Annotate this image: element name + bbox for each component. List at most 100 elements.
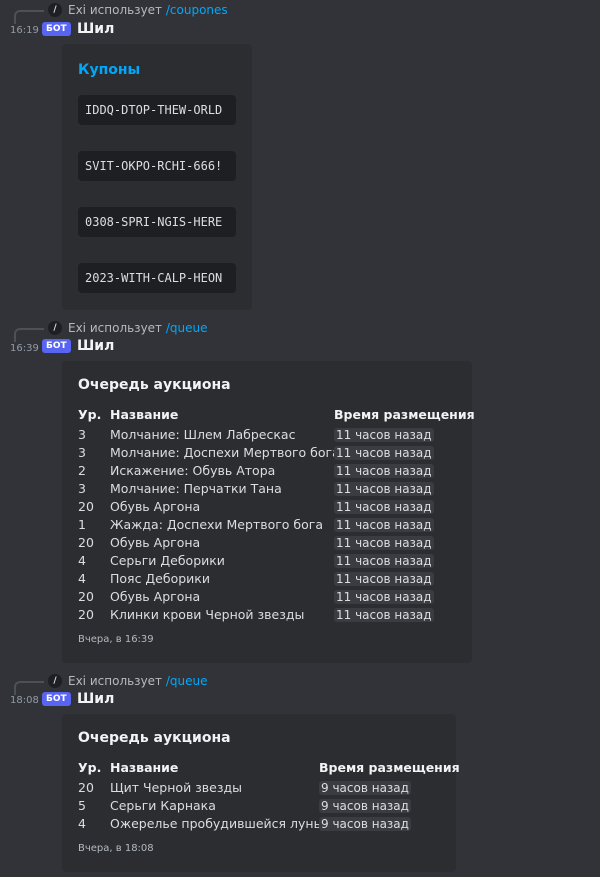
row-name: Искажение: Обувь Атора xyxy=(110,463,276,478)
row-time-cell: 11 часов назад xyxy=(334,480,434,498)
embed-footer: Вчера, в 18:08 xyxy=(78,843,154,854)
reply-action: использует xyxy=(89,321,163,335)
bot-badge: БОТ xyxy=(42,22,71,36)
row-name: Обувь Аргона xyxy=(110,535,201,550)
row-time-cell: 11 часов назад xyxy=(334,552,434,570)
column-header-name: Название xyxy=(110,760,179,775)
row-time-cell: 11 часов назад xyxy=(334,588,434,606)
reply-text: Exi использует /queue xyxy=(68,320,208,336)
row-time: 11 часов назад xyxy=(334,500,434,514)
row-time-cell: 11 часов назад xyxy=(334,516,434,534)
column-header-level: Ур. xyxy=(78,407,102,422)
embed-title: Очередь аукциона xyxy=(78,730,231,746)
author-name[interactable]: Шил xyxy=(77,690,114,708)
column-header-time: Время размещения xyxy=(319,760,460,775)
row-time: 11 часов назад xyxy=(334,590,434,604)
author-name[interactable]: Шил xyxy=(77,337,114,355)
row-time-cell: 9 часов назад xyxy=(319,797,411,815)
row-time: 11 часов назад xyxy=(334,554,434,568)
row-level: 2 xyxy=(78,463,86,478)
row-time-cell: 11 часов назад xyxy=(334,462,434,480)
row-name: Обувь Аргона xyxy=(110,499,201,514)
row-time: 9 часов назад xyxy=(319,817,411,831)
row-level: 20 xyxy=(78,780,94,795)
row-name: Щит Черной звезды xyxy=(110,780,243,795)
row-time-cell: 11 часов назад xyxy=(334,444,434,462)
slash-command-icon: / xyxy=(48,321,62,335)
row-level: 4 xyxy=(78,571,86,586)
bot-badge: БОТ xyxy=(42,339,71,353)
reply-username[interactable]: Exi xyxy=(68,321,86,335)
reply-action: использует xyxy=(89,3,163,17)
reply-command[interactable]: /coupones xyxy=(166,3,228,17)
bot-badge: БОТ xyxy=(42,692,71,706)
column-header-level: Ур. xyxy=(78,760,102,775)
row-level: 20 xyxy=(78,499,94,514)
row-name: Ожерелье пробудившейся луны xyxy=(110,816,324,831)
embed-title[interactable]: Купоны xyxy=(78,62,140,78)
row-time: 9 часов назад xyxy=(319,799,411,813)
row-level: 3 xyxy=(78,445,86,460)
row-name: Клинки крови Черной звезды xyxy=(110,607,305,622)
row-name: Обувь Аргона xyxy=(110,589,201,604)
coupon-code-block[interactable]: 2023-WITH-CALP-HEON xyxy=(78,263,236,293)
slash-command-icon: / xyxy=(48,674,62,688)
row-time: 11 часов назад xyxy=(334,572,434,586)
reply-text: Exi использует /queue xyxy=(68,673,208,689)
column-header-time: Время размещения xyxy=(334,407,475,422)
row-time: 11 часов назад xyxy=(334,536,434,550)
embed-auction-queue: Очередь аукциона Ур. Название Время разм… xyxy=(62,714,460,872)
slash-command-icon: / xyxy=(48,3,62,17)
reply-spine xyxy=(14,681,44,695)
row-time-cell: 11 часов назад xyxy=(334,534,434,552)
row-name: Молчание: Шлем Лабрескас xyxy=(110,427,296,442)
row-level: 20 xyxy=(78,607,94,622)
row-level: 3 xyxy=(78,427,86,442)
row-time-cell: 11 часов назад xyxy=(334,570,434,588)
row-level: 3 xyxy=(78,481,86,496)
row-name: Пояс Деборики xyxy=(110,571,210,586)
column-header-name: Название xyxy=(110,407,179,422)
row-time: 11 часов назад xyxy=(334,464,434,478)
reply-command[interactable]: /queue xyxy=(166,674,208,688)
row-name: Жажда: Доспехи Мертвого бога xyxy=(110,517,323,532)
row-level: 4 xyxy=(78,816,86,831)
reply-username[interactable]: Exi xyxy=(68,3,86,17)
coupon-code-block[interactable]: SVIT-OKPO-RCHI-666! xyxy=(78,151,236,181)
reply-spine xyxy=(14,10,44,24)
row-level: 20 xyxy=(78,535,94,550)
message-timestamp[interactable]: 18:08 xyxy=(10,694,39,708)
row-name: Молчание: Перчатки Тана xyxy=(110,481,282,496)
row-time-cell: 11 часов назад xyxy=(334,498,434,516)
row-time: 11 часов назад xyxy=(334,608,434,622)
row-time: 11 часов назад xyxy=(334,482,434,496)
coupon-code-block[interactable]: 0308-SPRI-NGIS-HERE xyxy=(78,207,236,237)
row-time-cell: 9 часов назад xyxy=(319,815,411,833)
row-level: 1 xyxy=(78,517,86,532)
row-time: 9 часов назад xyxy=(319,781,411,795)
reply-username[interactable]: Exi xyxy=(68,674,86,688)
row-time-cell: 9 часов назад xyxy=(319,779,411,797)
reply-spine xyxy=(14,328,44,342)
embed-title: Очередь аукциона xyxy=(78,377,231,393)
row-time-cell: 11 часов назад xyxy=(334,606,434,624)
row-level: 5 xyxy=(78,798,86,813)
row-time-cell: 11 часов назад xyxy=(334,426,434,444)
embed-coupons: Купоны IDDQ-DTOP-THEW-ORLD SVIT-OKPO-RCH… xyxy=(62,44,252,310)
row-name: Серьги Деборики xyxy=(110,553,225,568)
message-timestamp[interactable]: 16:39 xyxy=(10,342,39,356)
reply-text: Exi использует /coupones xyxy=(68,2,228,18)
author-name[interactable]: Шил xyxy=(77,20,114,38)
coupon-code-block[interactable]: IDDQ-DTOP-THEW-ORLD xyxy=(78,95,236,125)
reply-action: использует xyxy=(89,674,163,688)
row-time: 11 часов назад xyxy=(334,446,434,460)
row-time: 11 часов назад xyxy=(334,428,434,442)
message-timestamp[interactable]: 16:19 xyxy=(10,24,39,38)
row-level: 4 xyxy=(78,553,86,568)
embed-footer: Вчера, в 16:39 xyxy=(78,634,154,645)
row-name: Серьги Карнака xyxy=(110,798,216,813)
row-level: 20 xyxy=(78,589,94,604)
reply-command[interactable]: /queue xyxy=(166,321,208,335)
row-name: Молчание: Доспехи Мертвого бога xyxy=(110,445,340,460)
row-time: 11 часов назад xyxy=(334,518,434,532)
